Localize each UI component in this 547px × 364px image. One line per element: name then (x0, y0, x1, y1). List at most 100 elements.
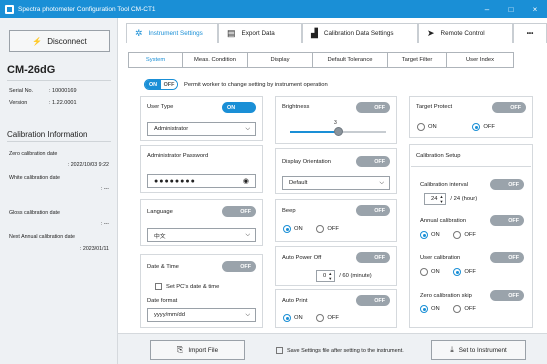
chevron-down-icon: ⌵ (245, 311, 250, 318)
disconnect-button[interactable]: ⚡ Disconnect (9, 30, 110, 52)
beep-toggle[interactable]: OFF (356, 205, 390, 216)
user-cal-on-radio[interactable]: ON (420, 268, 440, 276)
tab-instrument-settings[interactable]: ✲ Instrument Settings (126, 23, 218, 43)
subtab-user-index[interactable]: User Index (446, 52, 514, 68)
auto-print-toggle[interactable]: OFF (356, 295, 390, 306)
radio-circle (453, 305, 462, 313)
annual-on-radio[interactable]: ON (420, 231, 440, 239)
toggle-off: OFF (161, 80, 177, 89)
subtab-display[interactable]: Display (247, 52, 313, 68)
version-label: Version (9, 100, 28, 106)
permit-toggle[interactable]: ON OFF (144, 79, 178, 90)
disconnect-label: Disconnect (47, 36, 87, 46)
stepper-arrows-icon[interactable]: ▲ ▼ (328, 271, 332, 281)
gloss-cal-value: : --- (100, 221, 109, 227)
language-toggle[interactable]: OFF (222, 206, 256, 217)
user-type-card: User Type ON Administrator ⌵ (140, 96, 263, 141)
auto-print-on-radio[interactable]: ON (283, 314, 303, 322)
brightness-slider-thumb[interactable] (333, 127, 343, 136)
calibration-setup-label: Calibration Setup (416, 153, 461, 159)
tab-export-data[interactable]: ▤ Export Data (218, 23, 302, 43)
tab-calibration-data-settings[interactable]: ▟ Calibration Data Settings (302, 23, 418, 43)
calibration-interval-toggle[interactable]: OFF (490, 179, 524, 190)
auto-power-off-card: Auto Power Off OFF 0 ▲ ▼ / 60 (minute) (275, 246, 397, 286)
annual-off-radio[interactable]: OFF (453, 231, 476, 239)
user-type-toggle[interactable]: ON (222, 102, 256, 113)
language-card: Language OFF 中文 ⌵ (140, 199, 263, 246)
more-tabs-button[interactable]: ••• (513, 23, 547, 43)
target-protect-off-radio[interactable]: OFF (472, 123, 495, 131)
brightness-slider-track[interactable] (290, 127, 386, 136)
user-calibration-radio-group: ON OFF (420, 268, 488, 278)
stepper-arrows-icon[interactable]: ▲ ▼ (439, 194, 443, 204)
beep-on-radio[interactable]: ON (283, 225, 303, 233)
set-to-instrument-button[interactable]: ⤓ Set to Instrument (431, 340, 526, 360)
show-password-icon[interactable]: ◉ (243, 177, 250, 185)
calibration-interval-stepper[interactable]: 24 ▲ ▼ (424, 193, 447, 205)
beep-card: Beep OFF ON OFF (275, 199, 397, 242)
set-pc-time-checkbox[interactable] (155, 283, 162, 290)
radio-label: OFF (327, 226, 339, 232)
zero-skip-off-radio[interactable]: OFF (453, 305, 476, 313)
user-type-select[interactable]: Administrator ⌵ (147, 122, 256, 136)
date-time-card: Date & Time OFF Set PC's date & time Dat… (140, 254, 263, 328)
admin-password-field[interactable]: ●●●●●●●● ◉ (147, 174, 256, 188)
zero-calibration-skip-toggle[interactable]: OFF (490, 290, 524, 301)
save-settings-row[interactable]: Save Settings file after setting to the … (276, 347, 404, 354)
brightness-label: Brightness (282, 104, 310, 110)
beep-off-radio[interactable]: OFF (316, 225, 339, 233)
auto-print-off-radio[interactable]: OFF (316, 314, 339, 322)
subtab-system[interactable]: System (128, 52, 183, 68)
subtab-default-tolerance[interactable]: Default Tolerance (312, 52, 388, 68)
subtab-target-filter[interactable]: Target Filter (387, 52, 447, 68)
calibration-icon: ▟ (311, 28, 318, 38)
app-icon (5, 4, 14, 14)
target-protect-toggle[interactable]: OFF (492, 102, 526, 113)
radio-label: OFF (464, 269, 476, 275)
language-label: Language (147, 209, 173, 215)
admin-password-label: Administrator Password (147, 153, 209, 159)
date-format-value: yyyy/mm/dd (154, 312, 185, 318)
gear-icon: ✲ (135, 28, 143, 38)
auto-power-off-stepper[interactable]: 0 ▲ ▼ (316, 270, 336, 282)
save-settings-checkbox[interactable] (276, 347, 283, 354)
target-protect-on-radio[interactable]: ON (417, 123, 437, 131)
brightness-slider-fill (290, 131, 338, 133)
date-time-toggle[interactable]: OFF (222, 261, 256, 272)
download-icon: ⤓ (450, 345, 454, 354)
main-tabs: ✲ Instrument Settings ▤ Export Data ▟ Ca… (126, 23, 547, 43)
brightness-toggle[interactable]: OFF (356, 102, 390, 113)
version-value: : 1.22.0001 (49, 100, 77, 106)
user-cal-off-radio[interactable]: OFF (453, 268, 476, 276)
auto-power-off-toggle[interactable]: OFF (356, 252, 390, 263)
tab-remote-control[interactable]: ➤ Remote Control (418, 23, 513, 43)
import-file-button[interactable]: ⎘ Import File (150, 340, 245, 360)
zero-calibration-skip-radio-group: ON OFF (420, 305, 488, 315)
subtab-meas-condition[interactable]: Meas. Condition (182, 52, 248, 68)
calibration-interval-label: Calibration interval (420, 182, 469, 188)
close-button[interactable]: × (523, 0, 547, 18)
admin-password-card: Administrator Password ●●●●●●●● ◉ (140, 145, 263, 193)
radio-label: ON (428, 124, 437, 130)
radio-label: ON (294, 315, 303, 321)
minimize-button[interactable]: – (475, 0, 499, 18)
annual-calibration-toggle[interactable]: OFF (490, 215, 524, 226)
zero-calibration-skip-label: Zero calibration skip (420, 293, 472, 299)
radio-label: ON (294, 226, 303, 232)
serial-row: Serial No. : 10000169 (9, 88, 77, 94)
display-orientation-select[interactable]: Default ⌵ (282, 176, 390, 190)
radio-circle (283, 314, 291, 322)
set-pc-time-row[interactable]: Set PC's date & time (155, 283, 219, 290)
date-format-select[interactable]: yyyy/mm/dd ⌵ (147, 308, 256, 322)
serial-value: : 10000169 (49, 88, 77, 94)
display-orientation-toggle[interactable]: OFF (356, 156, 390, 167)
user-calibration-label: User calibration (420, 255, 461, 261)
user-calibration-toggle[interactable]: OFF (490, 252, 524, 263)
chevron-down-icon: ⌵ (245, 125, 250, 132)
zero-skip-on-radio[interactable]: ON (420, 305, 440, 313)
language-select[interactable]: 中文 ⌵ (147, 228, 256, 242)
auto-print-radio-group: ON OFF (283, 314, 351, 324)
set-pc-time-label: Set PC's date & time (166, 284, 220, 291)
model-name: CM-26dG (7, 64, 56, 76)
maximize-button[interactable]: □ (499, 0, 523, 18)
